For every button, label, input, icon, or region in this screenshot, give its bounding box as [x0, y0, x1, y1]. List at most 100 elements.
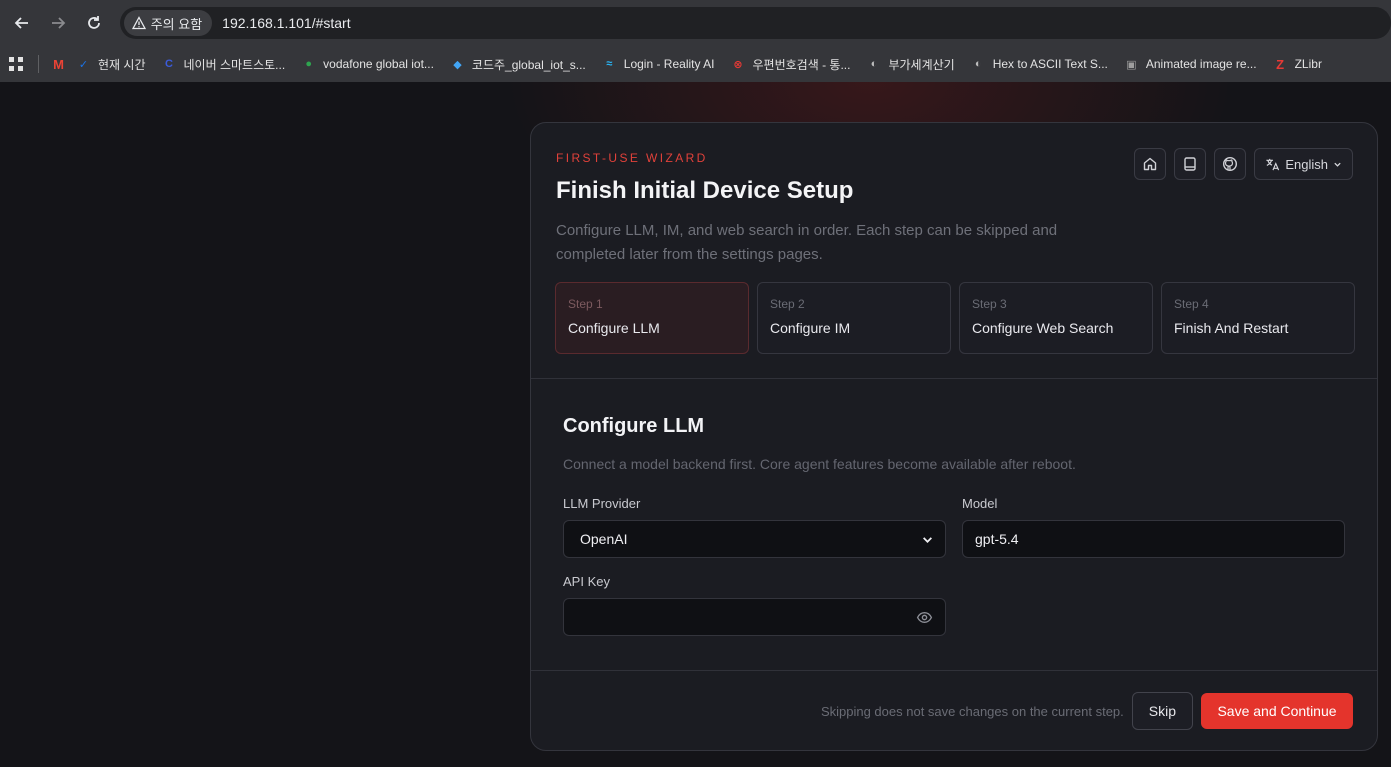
api-key-field: API Key	[563, 574, 946, 636]
llm-config-section: Configure LLM Connect a model backend fi…	[531, 379, 1377, 671]
github-button[interactable]	[1214, 148, 1247, 180]
wizard-steps: Step 1 Configure LLM Step 2 Configure IM…	[555, 282, 1355, 354]
bookmark-label: 네이버 스마트스토...	[183, 57, 286, 72]
warning-triangle-icon	[131, 16, 146, 30]
reload-button[interactable]	[78, 7, 110, 39]
bookmark-label: 우편번호검색 - 통...	[752, 57, 851, 72]
llm-form: LLM Provider OpenAI Model gpt-5.4 API Ke…	[563, 496, 1345, 636]
bookmark-item[interactable]: ⊗ 우편번호검색 - 통...	[731, 56, 851, 73]
eye-icon[interactable]	[916, 609, 933, 626]
translate-icon	[1266, 158, 1280, 170]
api-key-input[interactable]	[563, 598, 946, 636]
step-finish-and-restart[interactable]: Step 4 Finish And Restart	[1161, 282, 1355, 354]
bookmark-label: Animated image re...	[1145, 57, 1257, 71]
model-label: Model	[962, 496, 998, 511]
home-icon	[1144, 157, 1157, 171]
chevron-down-icon	[923, 536, 932, 543]
image-icon: ▣	[1126, 58, 1137, 71]
bookmark-label: vodafone global iot...	[323, 57, 434, 71]
security-warning-chip[interactable]: 주의 요함	[123, 10, 213, 36]
step-configure-web-search[interactable]: Step 3 Configure Web Search	[959, 282, 1153, 354]
step-label: Configure LLM	[568, 320, 660, 336]
arrow-left-icon	[14, 17, 28, 29]
bookmark-item[interactable]: Z ZLibr	[1273, 57, 1322, 72]
skip-button[interactable]: Skip	[1131, 692, 1193, 730]
skip-note: Skipping does not save changes on the cu…	[820, 703, 1124, 719]
page-background: FIRST-USE WIZARD Finish Initial Device S…	[0, 82, 1391, 767]
bookmarks-bar: M ✓ 현재 시간 C 네이버 스마트스토... ● vodafone global iot…	[0, 46, 1391, 82]
section-title: Configure LLM	[563, 415, 705, 437]
naver-icon: C	[165, 58, 173, 70]
bookmark-item[interactable]: ≈ Login - Reality AI	[602, 57, 715, 72]
bookmark-label: 부가세계산기	[888, 57, 955, 72]
globe-icon: ◐	[870, 58, 878, 70]
github-icon	[1223, 156, 1238, 172]
bookmark-label: 현재 시간	[98, 57, 146, 72]
bookmark-label: Login - Reality AI	[623, 57, 715, 71]
provider-label: LLM Provider	[563, 496, 641, 511]
language-selector[interactable]: English	[1254, 148, 1353, 180]
url-text[interactable]: 192.168.1.101/#start	[222, 15, 350, 31]
wizard-card: FIRST-USE WIZARD Finish Initial Device S…	[530, 122, 1378, 751]
bookmark-item[interactable]: ● vodafone global iot...	[301, 57, 434, 72]
globe-icon: ◐	[974, 58, 982, 70]
step-label: Configure IM	[770, 320, 851, 336]
step-label: Configure Web Search	[972, 320, 1114, 336]
step-configure-llm[interactable]: Step 1 Configure LLM	[555, 282, 749, 354]
leaf-icon: ●	[305, 58, 312, 70]
docs-button[interactable]	[1174, 148, 1207, 180]
page-subtitle: Configure LLM, IM, and web search in ord…	[556, 222, 1058, 263]
bookmark-list: M ✓ 현재 시간 C 네이버 스마트스토... ● vodafone global iot…	[51, 56, 1338, 73]
model-value: gpt-5.4	[975, 531, 1019, 547]
step-configure-im[interactable]: Step 2 Configure IM	[757, 282, 951, 354]
header-actions: English	[1134, 148, 1353, 180]
step-number: Step 4	[1174, 297, 1209, 311]
bookmark-label: Hex to ASCII Text S...	[992, 57, 1108, 71]
security-chip-label: 주의 요함	[150, 16, 203, 32]
bookmark-item[interactable]: ◆ 코드주_global_iot_s...	[450, 56, 586, 73]
post-icon: ⊗	[733, 58, 743, 71]
forward-button[interactable]	[42, 7, 74, 39]
browser-chrome: 주의 요함 192.168.1.101/#start M ✓ 현재 시간 C 네이버 스…	[0, 0, 1391, 82]
step-number: Step 1	[568, 297, 603, 311]
api-key-label: API Key	[563, 574, 610, 589]
back-button[interactable]	[6, 7, 38, 39]
step-number: Step 2	[770, 297, 805, 311]
bookmark-label: ZLibr	[1294, 57, 1322, 71]
model-field: Model gpt-5.4	[962, 496, 1345, 558]
bookmarks-separator	[38, 55, 39, 73]
apps-grid-button[interactable]	[6, 54, 26, 74]
language-label: English	[1285, 156, 1328, 172]
provider-field: LLM Provider OpenAI	[563, 496, 946, 558]
bookmark-item[interactable]: ✓ 현재 시간	[76, 56, 146, 73]
bookmark-item[interactable]: ▣ Animated image re...	[1124, 57, 1257, 72]
apps-grid-icon	[9, 57, 23, 71]
chevron-down-icon	[1334, 162, 1341, 167]
clock-check-icon: ✓	[78, 58, 89, 71]
save-and-continue-button[interactable]: Save and Continue	[1201, 693, 1353, 729]
model-input[interactable]: gpt-5.4	[962, 520, 1345, 558]
gmail-icon: M	[53, 56, 64, 72]
wave-icon: ≈	[606, 58, 613, 70]
step-label: Finish And Restart	[1174, 320, 1289, 336]
provider-value: OpenAI	[580, 531, 628, 547]
home-button[interactable]	[1134, 148, 1167, 180]
bookmark-label: 코드주_global_iot_s...	[471, 57, 586, 72]
bookmark-item[interactable]: ◐ 부가세계산기	[866, 56, 955, 73]
step-number: Step 3	[972, 297, 1007, 311]
bookmark-item[interactable]: ◐ Hex to ASCII Text S...	[971, 57, 1108, 72]
address-bar[interactable]: 주의 요함 192.168.1.101/#start	[119, 7, 1391, 39]
bookmark-item[interactable]: M	[51, 57, 66, 72]
provider-select[interactable]: OpenAI	[563, 520, 946, 558]
book-icon	[1184, 157, 1197, 171]
flutter-icon: ◆	[453, 58, 462, 71]
page-title: Finish Initial Device Setup	[556, 177, 854, 204]
wizard-footer: Skipping does not save changes on the cu…	[531, 671, 1377, 750]
section-description: Connect a model backend first. Core agen…	[563, 456, 1076, 472]
reload-icon	[87, 16, 100, 29]
browser-toolbar: 주의 요함 192.168.1.101/#start	[0, 0, 1391, 46]
z-icon: Z	[1276, 56, 1285, 72]
bookmark-item[interactable]: C 네이버 스마트스토...	[162, 56, 286, 73]
wizard-header: FIRST-USE WIZARD Finish Initial Device S…	[531, 123, 1377, 379]
arrow-right-icon	[51, 17, 66, 29]
